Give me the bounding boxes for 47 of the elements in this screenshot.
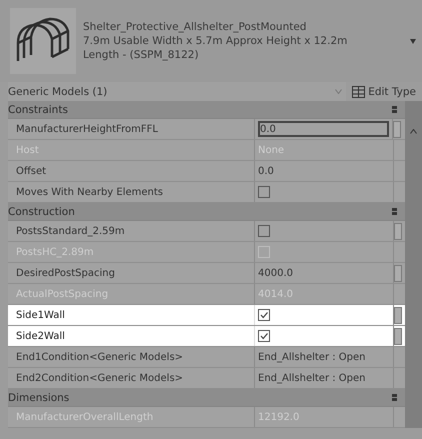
- property-name: End1Condition<Generic Models>: [16, 352, 184, 362]
- property-name: End2Condition<Generic Models>: [16, 372, 184, 384]
- property-name: ManufacturerHeightFromFFL: [16, 124, 158, 134]
- checkbox[interactable]: [258, 225, 270, 237]
- instance-selector[interactable]: Generic Models (1): [8, 82, 346, 101]
- property-value[interactable]: 0.0: [258, 166, 274, 176]
- property-name: Side2Wall: [16, 330, 65, 342]
- edit-button[interactable]: [394, 306, 402, 324]
- property-row[interactable]: Offset 0.0: [8, 161, 405, 182]
- property-value[interactable]: End_Allshelter : Open: [258, 352, 366, 362]
- properties-icon: [352, 86, 366, 98]
- property-row[interactable]: End1Condition<Generic Models> End_Allshelter : Open: [8, 347, 405, 368]
- group-title: Dimensions: [8, 392, 70, 404]
- property-row[interactable]: ManufacturerHeightFromFFL 0.0: [8, 119, 405, 140]
- edit-button[interactable]: [394, 328, 402, 344]
- property-row[interactable]: Side2Wall: [8, 326, 405, 347]
- dropdown-icon[interactable]: [408, 38, 418, 44]
- property-row[interactable]: DesiredPostSpacing 4000.0: [8, 263, 405, 284]
- chevron-icon: [335, 89, 342, 94]
- collapse-icon[interactable]: [392, 394, 397, 401]
- property-value[interactable]: 0.0: [260, 124, 276, 134]
- property-name: Moves With Nearby Elements: [16, 186, 164, 198]
- property-row[interactable]: PostsStandard_2.59m: [8, 221, 405, 242]
- scrollbar[interactable]: [405, 101, 422, 428]
- property-value[interactable]: End_Allshelter : Open: [258, 372, 366, 384]
- collapse-icon[interactable]: [392, 106, 397, 113]
- property-row[interactable]: End2Condition<Generic Models> End_Allshelter : Open: [8, 368, 405, 389]
- group-header[interactable]: Constraints: [8, 101, 405, 119]
- property-row[interactable]: Moves With Nearby Elements: [8, 182, 405, 203]
- property-name: DesiredPostSpacing: [16, 268, 115, 278]
- scroll-up-icon[interactable]: [410, 129, 417, 134]
- property-name: PostsStandard_2.59m: [16, 226, 125, 236]
- group-title: Construction: [8, 206, 75, 218]
- group-header[interactable]: Construction: [8, 203, 405, 221]
- group-title: Constraints: [8, 104, 68, 116]
- type-name-line: Length - (SSPM_8122): [83, 48, 200, 62]
- type-name-line: 7.9m Usable Width x 5.7m Approx Height x 12.2m: [83, 34, 348, 48]
- property-row[interactable]: Side1Wall: [8, 305, 405, 326]
- type-name-line: Shelter_Protective_Allshelter_PostMounted: [83, 20, 308, 34]
- property-name: Side1Wall: [16, 310, 65, 320]
- checkbox[interactable]: [258, 186, 270, 198]
- property-name: Offset: [16, 166, 46, 176]
- property-value[interactable]: 4000.0: [258, 268, 293, 278]
- group-header[interactable]: Dimensions: [8, 389, 405, 407]
- collapse-icon[interactable]: [392, 208, 397, 215]
- checkbox[interactable]: [258, 330, 270, 342]
- checkbox[interactable]: [258, 309, 270, 321]
